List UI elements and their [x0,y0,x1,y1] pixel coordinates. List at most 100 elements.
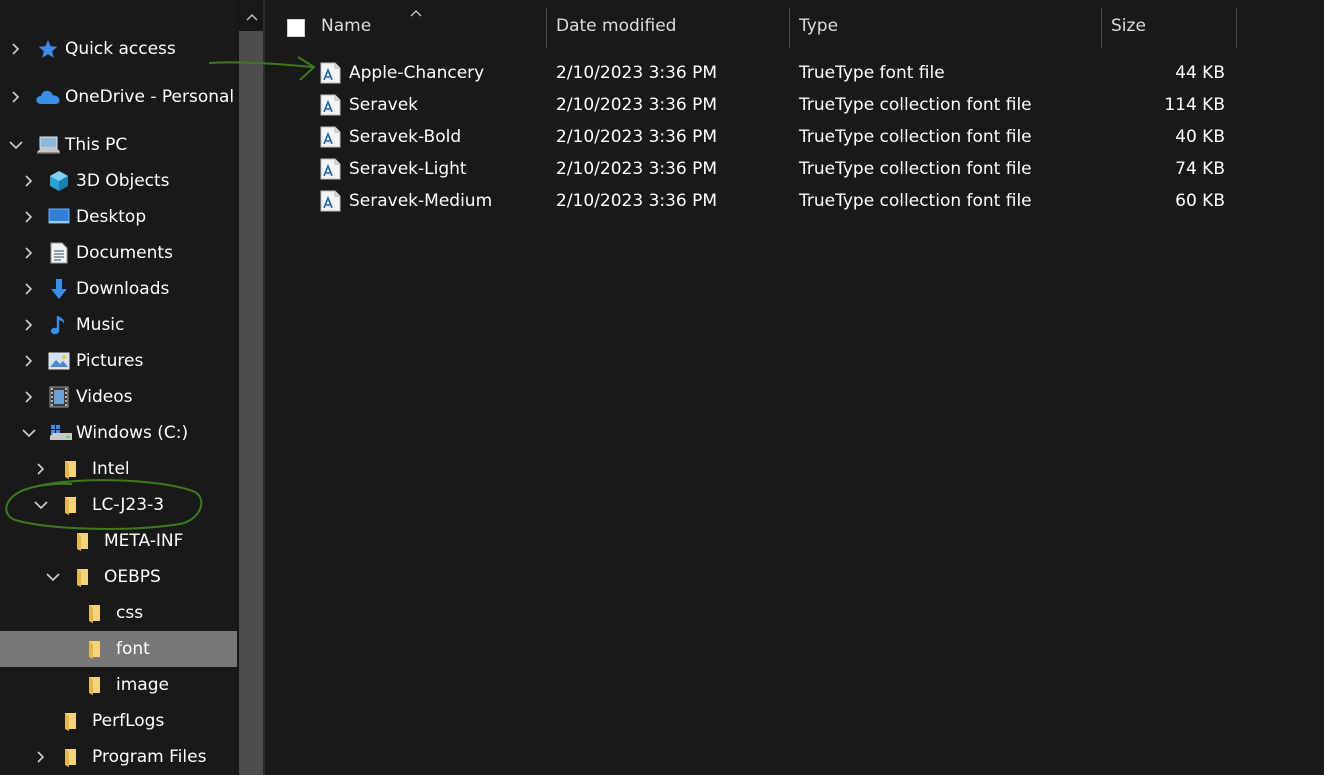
nav-item-label: 3D Objects [76,171,170,191]
font-file-icon [320,190,341,212]
scroll-up-icon[interactable] [239,6,264,28]
folder-icon [60,494,82,516]
file-list-pane[interactable]: Name Date modified Type Size Apple-Chanc… [265,0,1324,775]
navigation-pane[interactable]: Quick access OneDrive - Personal This PC [0,0,237,775]
nav-item-label: Intel [92,459,130,479]
file-row[interactable]: Seravek-Medium 2/10/2023 3:36 PM TrueType … [265,185,1324,217]
font-file-icon [320,126,341,148]
column-header-date[interactable]: Date modified [556,4,788,48]
file-date-modified: 2/10/2023 3:36 PM [556,95,718,115]
file-date-modified: 2/10/2023 3:36 PM [556,191,718,211]
nav-item-label: Videos [76,387,133,407]
nav-item[interactable]: Pictures [0,343,237,379]
cloud-icon [35,86,61,108]
nav-item[interactable]: OneDrive - Personal [0,79,237,115]
font-file-icon [320,94,341,116]
star-icon [37,38,59,60]
file-type: TrueType collection font file [799,191,1032,211]
column-divider[interactable] [546,8,547,48]
chevron-down-icon[interactable] [21,425,37,441]
nav-item-label: image [116,675,169,695]
chevron-right-icon[interactable] [21,281,37,297]
desktop-icon [48,206,70,228]
chevron-right-icon[interactable] [21,317,37,333]
column-divider[interactable] [1101,8,1102,48]
nav-item-label: Documents [76,243,173,263]
nav-item[interactable]: Intel [0,451,237,487]
nav-item-label: Pictures [76,351,144,371]
nav-item-label: Windows (C:) [76,423,189,443]
nav-item-label: Desktop [76,207,147,227]
chevron-down-icon[interactable] [45,569,61,585]
nav-item[interactable]: Quick access [0,31,237,67]
nav-item-label: Downloads [76,279,170,299]
chevron-right-icon[interactable] [21,389,37,405]
file-type: TrueType collection font file [799,95,1032,115]
nav-item[interactable]: 3D Objects [0,163,237,199]
file-explorer-window: Quick access OneDrive - Personal This PC [0,0,1324,775]
file-date-modified: 2/10/2023 3:36 PM [556,127,718,147]
videos-icon [48,386,70,408]
nav-item[interactable]: Documents [0,235,237,271]
nav-item-label: META-INF [104,531,184,551]
file-name: Seravek-Medium [349,191,493,211]
nav-item-label: LC-J23-3 [92,495,165,515]
nav-item[interactable]: Program Files [0,739,237,775]
nav-item[interactable]: PerfLogs [0,703,237,739]
file-row[interactable]: Seravek 2/10/2023 3:36 PM TrueType collect… [265,89,1324,121]
file-row[interactable]: Apple-Chancery 2/10/2023 3:36 PM TrueType … [265,57,1324,89]
nav-item[interactable]: Windows (C:) [0,415,237,451]
nav-scrollbar-thumb[interactable] [239,31,264,775]
nav-item-label: OneDrive - Personal [65,87,235,107]
file-row[interactable]: Seravek-Light 2/10/2023 3:36 PM TrueType c… [265,153,1324,185]
column-header-row: Name Date modified Type Size [265,4,1324,48]
select-all-checkbox[interactable] [287,19,305,37]
chevron-right-icon[interactable] [21,173,37,189]
nav-item-label: Program Files [92,747,207,767]
computer-icon [35,134,61,156]
file-size: 114 KB [1164,95,1225,115]
file-date-modified: 2/10/2023 3:36 PM [556,63,718,83]
nav-item[interactable]: Videos [0,379,237,415]
pictures-icon [48,350,70,372]
chevron-right-icon[interactable] [21,353,37,369]
nav-item[interactable]: OEBPS [0,559,237,595]
nav-item[interactable]: LC-J23-3 [0,487,237,523]
column-divider[interactable] [789,8,790,48]
file-size: 44 KB [1175,63,1225,83]
file-type: TrueType collection font file [799,159,1032,179]
document-icon [48,242,70,264]
column-header-type[interactable]: Type [799,4,1099,48]
nav-item[interactable]: css [0,595,237,631]
nav-item-label: PerfLogs [92,711,165,731]
music-icon [48,314,70,336]
nav-item[interactable]: Desktop [0,199,237,235]
column-divider[interactable] [1236,8,1237,48]
font-file-icon [320,62,341,84]
chevron-right-icon[interactable] [33,749,49,765]
column-header-name[interactable]: Name [321,4,546,48]
nav-item[interactable]: Downloads [0,271,237,307]
chevron-right-icon[interactable] [8,41,24,57]
chevron-right-icon[interactable] [33,461,49,477]
nav-item[interactable]: image [0,667,237,703]
chevron-right-icon[interactable] [21,245,37,261]
nav-item[interactable]: Music [0,307,237,343]
nav-item-label: font [116,639,150,659]
file-date-modified: 2/10/2023 3:36 PM [556,159,718,179]
file-row[interactable]: Seravek-Bold 2/10/2023 3:36 PM TrueType co… [265,121,1324,153]
chevron-right-icon[interactable] [8,89,24,105]
download-icon [48,278,70,300]
column-header-size[interactable]: Size [1111,4,1231,48]
file-name: Seravek [349,95,419,115]
drive-icon [48,422,74,444]
chevron-down-icon[interactable] [8,137,24,153]
chevron-right-icon[interactable] [21,209,37,225]
nav-item-selected[interactable]: font [0,631,237,667]
file-name: Apple-Chancery [349,63,485,83]
folder-icon [84,602,106,624]
nav-item[interactable]: This PC [0,127,237,163]
chevron-down-icon[interactable] [33,497,49,513]
nav-item-label: css [116,603,144,623]
nav-item[interactable]: META-INF [0,523,237,559]
